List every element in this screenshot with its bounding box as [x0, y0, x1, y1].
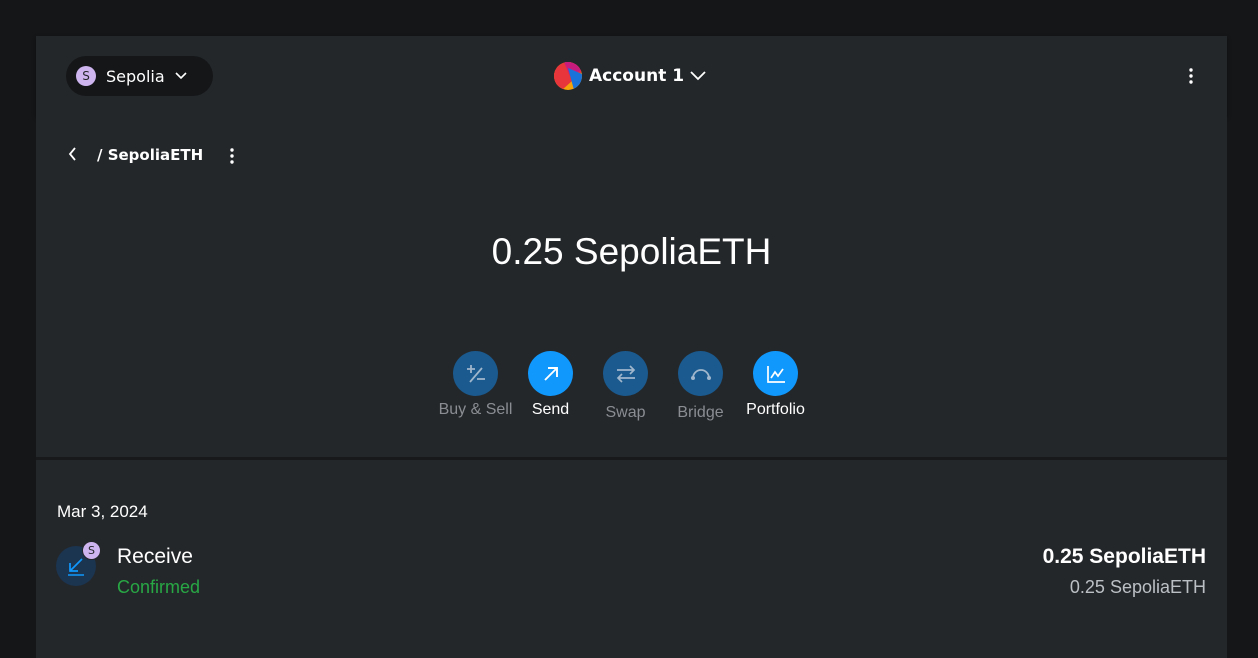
chart-icon [753, 351, 798, 396]
chevron-down-icon [175, 72, 187, 80]
portfolio-label: Portfolio [746, 401, 805, 418]
bridge-icon [678, 351, 723, 396]
asset-options-icon[interactable] [222, 146, 242, 166]
bridge-label: Bridge [677, 404, 724, 421]
send-label: Send [531, 401, 570, 418]
swap-button[interactable]: Swap [588, 351, 663, 422]
plus-minus-icon [453, 351, 498, 396]
network-avatar: S [76, 66, 96, 86]
transaction-amount: 0.25 SepoliaETH [1042, 545, 1206, 568]
transaction-title: Receive [117, 545, 193, 568]
account-options-icon[interactable] [1181, 66, 1201, 86]
activity-date: Mar 3, 2024 [57, 502, 148, 521]
send-button[interactable]: Send [513, 351, 588, 422]
buy-sell-button[interactable]: Buy & Sell [438, 351, 513, 422]
asset-balance: 0.25 SepoliaETH [491, 231, 772, 272]
account-name: Account 1 [589, 66, 685, 86]
asset-actions: Buy & Sell Send Swap Bridge Portfolio [438, 351, 813, 422]
asset-breadcrumb: / SepoliaETH [97, 146, 204, 164]
account-avatar-icon [554, 62, 582, 90]
chevron-down-icon [690, 71, 706, 81]
transaction-status: Confirmed [117, 577, 201, 597]
transaction-row[interactable]: S Receive Confirmed 0.25 SepoliaETH 0.25… [36, 540, 1227, 606]
swap-arrows-icon [603, 351, 648, 396]
wallet-app: S Sepolia Account 1 / SepoliaETH 0.25 Se… [36, 36, 1227, 658]
bridge-button[interactable]: Bridge [663, 351, 738, 422]
buy-sell-label: Buy & Sell [438, 401, 513, 418]
portfolio-button[interactable]: Portfolio [738, 351, 813, 422]
network-picker[interactable]: S Sepolia [66, 56, 213, 96]
network-label: Sepolia [106, 66, 165, 86]
swap-label: Swap [605, 404, 646, 421]
asset-overview: / SepoliaETH 0.25 SepoliaETH Buy & Sell [36, 116, 1227, 457]
arrow-up-right-icon [528, 351, 573, 396]
transaction-secondary-amount: 0.25 SepoliaETH [1069, 577, 1206, 597]
network-badge-icon: S [82, 541, 101, 560]
app-header: S Sepolia Account 1 [36, 36, 1227, 116]
back-arrow-icon[interactable] [64, 144, 80, 164]
account-picker[interactable]: Account 1 [554, 61, 706, 91]
activity-list: Mar 3, 2024 S Receive Confirmed 0.25 Sep… [36, 460, 1227, 658]
